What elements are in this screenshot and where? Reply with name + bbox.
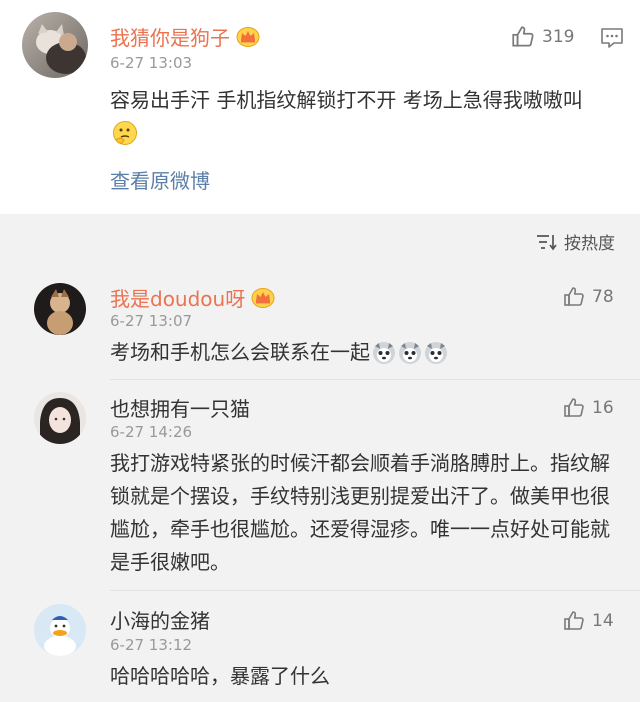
avatar-photo <box>47 289 73 335</box>
username[interactable]: 小海的金猪 <box>110 609 210 633</box>
comment-time: 6-27 13:12 <box>110 636 193 654</box>
username[interactable]: 也想拥有一只猫 <box>110 397 250 421</box>
comment-body: 我打游戏特紧张的时候汗都会顺着手淌胳膊肘上。指纹解锁就是个摆设，手纹特别浅更别提… <box>110 451 610 574</box>
thumbs-up-icon <box>562 285 586 309</box>
avatar-photo <box>44 616 76 656</box>
comment-text: 考场和手机怎么会联系在一起 <box>110 340 370 364</box>
comment-time: 6-27 14:26 <box>110 423 193 441</box>
crown-icon <box>251 286 275 308</box>
divider <box>110 379 640 380</box>
avatar[interactable] <box>34 604 86 656</box>
thinking-emoji <box>113 121 137 145</box>
husky-emoji <box>424 341 448 365</box>
sort-label: 按热度 <box>564 234 615 254</box>
username-text[interactable]: 也想拥有一只猫 <box>110 397 250 421</box>
like-count: 16 <box>592 398 614 418</box>
post-body: 容易出手汗 手机指纹解锁打不开 考场上急得我嗷嗷叫 <box>110 84 610 150</box>
husky-emoji <box>372 341 396 365</box>
avatar[interactable] <box>34 283 86 335</box>
username[interactable]: 我是doudou呀 <box>110 286 275 311</box>
like-button[interactable]: 319 <box>510 24 574 50</box>
crown-icon <box>236 25 260 47</box>
comment-body: 哈哈哈哈哈，暴露了什么 <box>110 664 330 688</box>
thumbs-up-icon <box>510 24 536 50</box>
like-button[interactable]: 16 <box>562 396 614 420</box>
username-text[interactable]: 我猜你是狗子 <box>110 26 230 50</box>
husky-emoji <box>398 341 422 365</box>
sort-icon <box>537 234 557 250</box>
thumbs-up-icon <box>562 396 586 420</box>
like-button[interactable]: 78 <box>562 285 614 309</box>
avatar[interactable] <box>22 12 88 78</box>
divider <box>110 590 640 591</box>
comment-icon[interactable] <box>600 27 624 53</box>
username-text[interactable]: 小海的金猪 <box>110 609 210 633</box>
avatar-photo <box>40 398 80 444</box>
thumbs-up-icon <box>562 609 586 633</box>
original-post-card: 我猜你是狗子 6-27 13:03 319 容易出手汗 手机指纹解锁打不开 考场… <box>0 0 640 214</box>
comment-time: 6-27 13:07 <box>110 312 193 330</box>
post-time: 6-27 13:03 <box>110 54 193 72</box>
avatar[interactable] <box>34 392 86 444</box>
like-count: 78 <box>592 287 614 307</box>
comment-body: 考场和手机怎么会联系在一起 <box>110 336 610 369</box>
username-text[interactable]: 我是doudou呀 <box>110 287 245 311</box>
like-count: 319 <box>542 27 575 47</box>
avatar-photo <box>36 24 86 74</box>
sort-by-hot-button[interactable]: 按热度 <box>536 229 615 254</box>
post-body-text: 容易出手汗 手机指纹解锁打不开 考场上急得我嗷嗷叫 <box>110 88 583 112</box>
like-count: 14 <box>592 611 614 631</box>
view-original-link[interactable]: 查看原微博 <box>110 169 210 193</box>
username[interactable]: 我猜你是狗子 <box>110 25 260 50</box>
like-button[interactable]: 14 <box>562 609 614 633</box>
